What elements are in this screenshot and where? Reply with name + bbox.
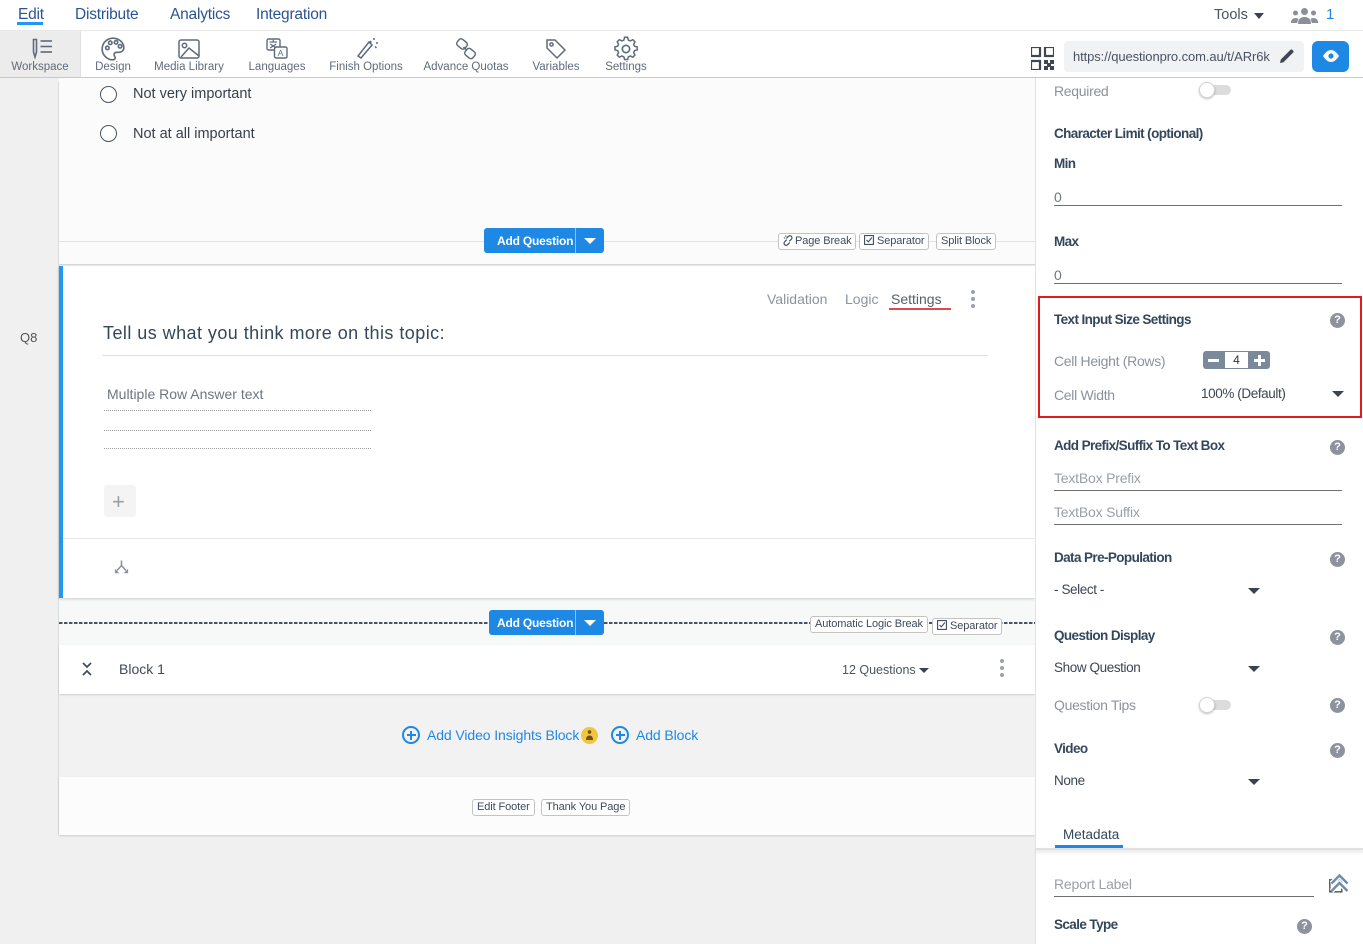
svg-text:A: A [278,48,284,58]
